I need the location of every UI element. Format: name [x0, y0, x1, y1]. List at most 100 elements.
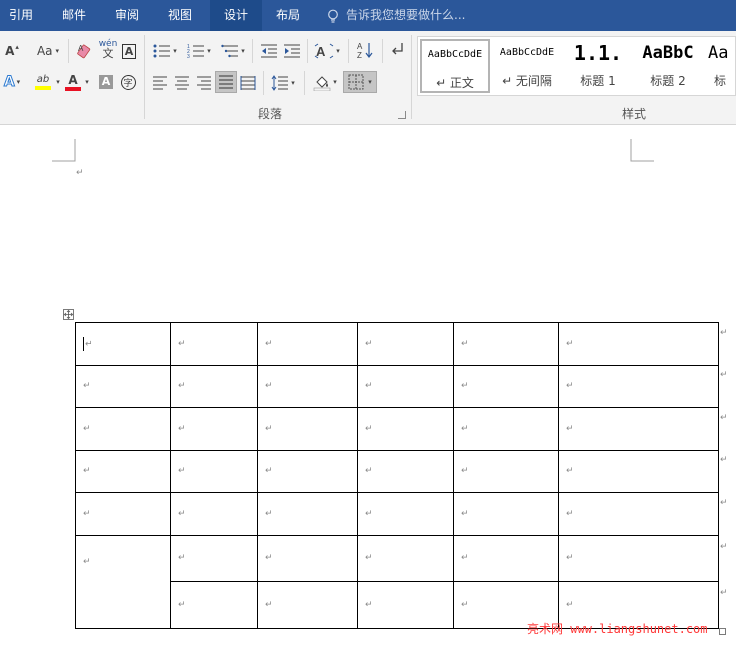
table-cell[interactable]: ↵: [257, 492, 358, 536]
table-cell[interactable]: ↵: [558, 535, 719, 582]
increase-indent-button[interactable]: [281, 40, 303, 62]
table-cell[interactable]: ↵: [357, 535, 454, 582]
cell-mark: ↵: [566, 381, 574, 391]
font-color-button[interactable]: A: [62, 71, 84, 93]
enclosed-character-icon: 字: [120, 74, 136, 90]
justify-button[interactable]: [215, 71, 237, 93]
enclose-characters-button[interactable]: A: [120, 40, 138, 62]
align-right-button[interactable]: [194, 72, 214, 94]
table-cell[interactable]: ↵: [357, 322, 454, 366]
table-cell[interactable]: ↵: [257, 535, 358, 582]
table-cell[interactable]: ↵: [170, 492, 258, 536]
grow-font-button[interactable]: A ▴: [2, 40, 22, 62]
document-table[interactable]: ↵ ↵ ↵ ↵ ↵ ↵ ↵ ↵ ↵ ↵ ↵ ↵ ↵ ↵ ↵ ↵ ↵ ↵ ↵ ↵ …: [75, 322, 719, 629]
table-cell[interactable]: ↵: [75, 407, 171, 451]
multilevel-list-icon: [221, 44, 239, 58]
table-cell[interactable]: ↵: [357, 365, 454, 408]
table-cell[interactable]: ↵: [75, 450, 171, 493]
separator: [263, 71, 264, 95]
change-case-button[interactable]: Aa ▾: [32, 40, 64, 62]
text-effects-button[interactable]: A ▾: [0, 71, 24, 93]
sort-button[interactable]: A Z: [354, 39, 376, 61]
font-color-dropdown[interactable]: ▾: [82, 71, 92, 93]
tab-review[interactable]: 审阅: [103, 0, 151, 31]
cell-mark: ↵: [83, 508, 91, 519]
ribbon: A ▴ Aa ▾ A wén 文 A A ▾ ab ▾ A ▾ A 字 ▾ 1 …: [0, 31, 736, 125]
table-cell[interactable]: ↵: [453, 365, 559, 408]
tab-references[interactable]: 引用: [0, 0, 42, 31]
table-cell[interactable]: ↵: [558, 407, 719, 451]
table-cell[interactable]: ↵: [170, 407, 258, 451]
cell-mark: ↵: [365, 423, 373, 434]
table-cell[interactable]: ↵: [453, 450, 559, 493]
table-cell[interactable]: ↵: [453, 535, 559, 582]
table-cell[interactable]: ↵: [170, 581, 258, 629]
table-cell[interactable]: ↵: [257, 407, 358, 451]
table-move-handle[interactable]: [63, 309, 74, 320]
table-cell[interactable]: ↵: [75, 365, 171, 408]
distributed-button[interactable]: [238, 72, 258, 94]
table-cell[interactable]: ↵: [453, 407, 559, 451]
table-cell[interactable]: ↵: [357, 492, 454, 536]
distributed-icon: [240, 76, 256, 90]
table-cell[interactable]: ↵: [257, 450, 358, 493]
bullet-list-icon: [153, 44, 171, 58]
table-cell[interactable]: ↵: [257, 322, 358, 366]
row-end-mark: ↵: [720, 370, 728, 380]
merged-table-cell[interactable]: ↵: [75, 535, 171, 629]
align-center-button[interactable]: [172, 72, 192, 94]
bullets-button[interactable]: ▾: [150, 40, 180, 62]
table-cell[interactable]: ↵: [170, 322, 258, 366]
table-cell[interactable]: ↵: [558, 492, 719, 536]
character-shading-button[interactable]: A: [96, 71, 116, 93]
line-spacing-button[interactable]: ▾: [268, 72, 298, 94]
table-cell[interactable]: ↵: [170, 535, 258, 582]
justify-icon: [219, 75, 233, 89]
tab-layout[interactable]: 布局: [264, 0, 312, 31]
table-cell[interactable]: ↵: [558, 450, 719, 493]
style-heading-1[interactable]: 1.1. 标题 1: [564, 39, 632, 93]
clear-formatting-button[interactable]: A: [75, 40, 95, 62]
table-resize-handle[interactable]: [719, 628, 726, 635]
table-cell[interactable]: ↵: [257, 581, 358, 629]
table-cell[interactable]: ↵: [558, 365, 719, 408]
table-cell[interactable]: ↵: [75, 492, 171, 536]
shading-button[interactable]: ▾: [310, 71, 340, 93]
table-cell[interactable]: ↵: [453, 492, 559, 536]
table-cell[interactable]: ↵: [170, 365, 258, 408]
borders-button[interactable]: ▾: [343, 71, 377, 93]
grow-font-icon: A: [5, 44, 15, 58]
table-row: ↵ ↵ ↵ ↵ ↵ ↵: [75, 407, 719, 451]
table-row: ↵ ↵ ↵ ↵ ↵ ↵: [75, 365, 719, 408]
style-normal[interactable]: AaBbCcDdE ↵ 正文: [420, 39, 490, 93]
style-title[interactable]: Aa 标: [704, 39, 735, 93]
table-cell[interactable]: ↵: [170, 450, 258, 493]
tab-mailings[interactable]: 邮件: [50, 0, 98, 31]
table-cell[interactable]: ↵: [357, 407, 454, 451]
table-cell[interactable]: ↵: [453, 322, 559, 366]
cell-mark: ↵: [265, 508, 273, 519]
separator: [411, 35, 412, 119]
crop-mark-top-right: [630, 139, 654, 162]
paragraph-dialog-launcher[interactable]: [398, 111, 406, 119]
tab-view[interactable]: 视图: [156, 0, 204, 31]
table-cell[interactable]: ↵: [558, 322, 719, 366]
numbering-button[interactable]: 1 2 3 ▾: [184, 40, 214, 62]
enclosed-characters-button[interactable]: 字: [118, 71, 138, 93]
document-page[interactable]: ↵ ↵ ↵ ↵ ↵ ↵ ↵ ↵ ↵ ↵ ↵ ↵ ↵ ↵ ↵ ↵ ↵ ↵ ↵ ↵ …: [0, 126, 736, 646]
phonetic-guide-button[interactable]: wén 文: [97, 38, 119, 60]
table-cell[interactable]: ↵: [357, 450, 454, 493]
align-left-button[interactable]: [150, 72, 170, 94]
chinese-layout-button[interactable]: A ▾: [312, 40, 342, 62]
multilevel-list-button[interactable]: ▾: [218, 40, 248, 62]
show-marks-button[interactable]: [387, 39, 407, 61]
decrease-indent-button[interactable]: [258, 40, 280, 62]
style-heading-2[interactable]: AaBbC 标题 2: [634, 39, 702, 93]
cell-mark: ↵: [265, 553, 273, 563]
style-no-spacing[interactable]: AaBbCcDdE ↵ 无间隔: [492, 39, 562, 93]
cell-mark: ↵: [365, 599, 373, 610]
table-cell[interactable]: ↵: [357, 581, 454, 629]
table-cell[interactable]: ↵: [257, 365, 358, 408]
tab-design[interactable]: 设计: [210, 0, 262, 31]
table-cell[interactable]: ↵: [75, 322, 171, 366]
